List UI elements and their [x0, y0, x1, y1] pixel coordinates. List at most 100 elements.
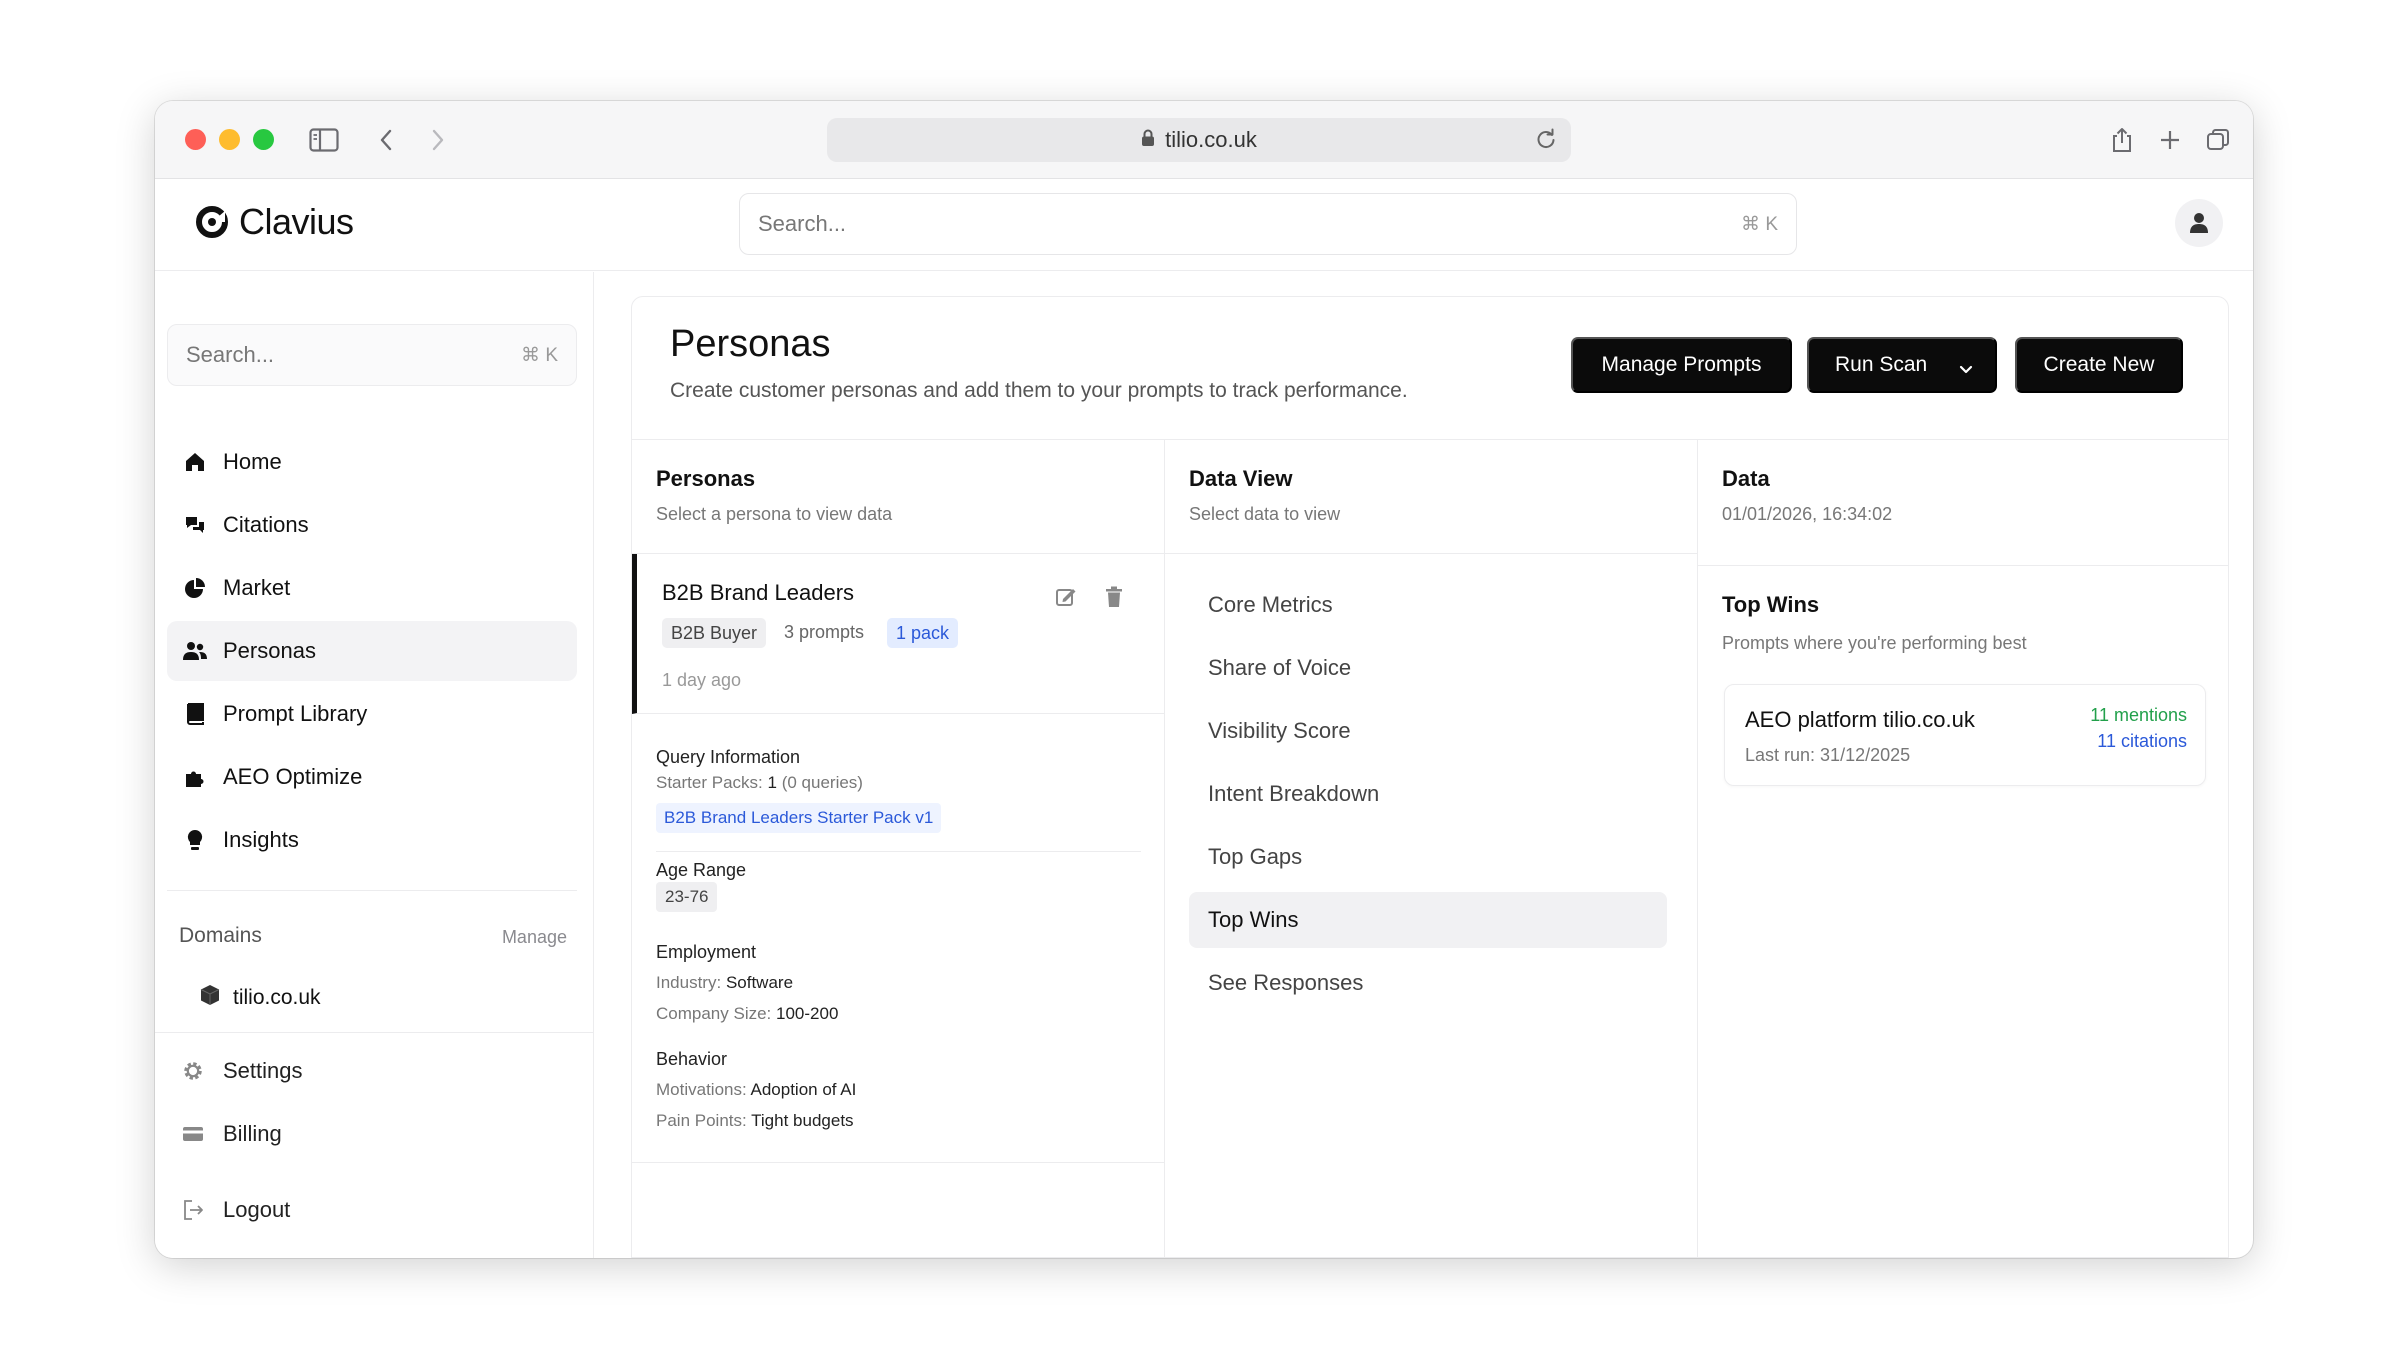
home-icon [183, 450, 207, 474]
data-view-column: Data View Select data to view Core Metri… [1165, 440, 1698, 1257]
query-information-title: Query Information [656, 747, 801, 767]
sidebar-toggle-icon[interactable] [305, 121, 343, 159]
new-tab-plus-icon[interactable] [2151, 121, 2189, 159]
close-window-button[interactable] [185, 129, 206, 150]
run-scan-button[interactable]: Run Scan [1807, 337, 1997, 393]
data-view-top-gaps[interactable]: Top Gaps [1189, 829, 1667, 885]
column-divider [1698, 565, 2228, 566]
sidebar-item-label: Market [223, 575, 291, 600]
trash-icon[interactable] [1101, 584, 1127, 610]
domain-name: tilio.co.uk [233, 986, 321, 1009]
sidebar: ⌘ K Home Citations Market Personas Promp… [155, 272, 594, 1258]
personas-panel: Personas Create customer personas and ad… [631, 296, 2229, 1258]
motivations-info: Motivations: Adoption of AI [656, 1080, 857, 1099]
persona-updated: 1 day ago [662, 670, 742, 690]
column-divider [1165, 553, 1697, 554]
data-view-see-responses[interactable]: See Responses [1189, 955, 1667, 1011]
age-range-title: Age Range [656, 860, 747, 880]
billing-label: Billing [223, 1121, 282, 1146]
section-divider [656, 851, 1141, 852]
sidebar-item-logout[interactable]: Logout [181, 1197, 290, 1223]
top-wins-subtitle: Prompts where you're performing best [1722, 633, 2027, 653]
win-prompt: AEO platform tilio.co.uk [1745, 707, 1975, 732]
user-avatar[interactable] [2175, 199, 2223, 247]
share-icon[interactable] [2103, 121, 2141, 159]
data-view-intent-breakdown[interactable]: Intent Breakdown [1189, 766, 1667, 822]
persona-card[interactable]: B2B Brand Leaders B2B Buyer 3 prompts 1 … [632, 554, 1165, 714]
sidebar-divider [167, 890, 577, 891]
edit-icon[interactable] [1053, 584, 1079, 610]
pain-points-info: Pain Points: Tight budgets [656, 1111, 854, 1130]
industry-info: Industry: Software [656, 973, 794, 992]
sidebar-item-aeo-optimize[interactable]: AEO Optimize [167, 747, 577, 807]
sidebar-item-label: AEO Optimize [223, 764, 363, 789]
user-icon [2190, 213, 2208, 233]
manage-prompts-button[interactable]: Manage Prompts [1571, 337, 1792, 393]
top-win-card[interactable]: AEO platform tilio.co.uk Last run: 31/12… [1724, 684, 2206, 786]
win-mentions-count: 11 mentions [2090, 705, 2187, 725]
data-column-title: Data [1722, 466, 1770, 491]
clavius-logo-icon [196, 206, 228, 238]
persona-name: B2B Brand Leaders [662, 580, 855, 605]
forward-arrow-icon[interactable] [419, 121, 457, 159]
sidebar-item-insights[interactable]: Insights [167, 810, 577, 870]
personas-column: Personas Select a persona to view data B… [632, 440, 1165, 1257]
sidebar-search-input[interactable] [186, 325, 486, 385]
persona-pack-badge: 1 pack [887, 618, 959, 648]
domain-item[interactable]: tilio.co.uk [199, 984, 321, 1012]
chevron-down-icon[interactable] [1959, 357, 1973, 381]
sidebar-item-label: Citations [223, 512, 309, 537]
browser-window: tilio.co.uk Clavius ⌘ K [155, 101, 2253, 1258]
sidebar-item-home[interactable]: Home [167, 432, 577, 492]
app-logo[interactable]: Clavius [195, 201, 354, 243]
starter-packs-info: Starter Packs: 1 (0 queries) [656, 773, 863, 792]
lock-icon [1141, 127, 1155, 153]
run-scan-label: Run Scan [1835, 353, 1928, 376]
win-citations-count: 11 citations [2097, 731, 2187, 751]
url-text: tilio.co.uk [1165, 127, 1257, 152]
logout-icon [181, 1199, 205, 1221]
persona-prompt-count: 3 prompts [784, 622, 865, 642]
data-view-share-of-voice[interactable]: Share of Voice [1189, 640, 1667, 696]
lightbulb-icon [183, 828, 207, 852]
sidebar-item-prompt-library[interactable]: Prompt Library [167, 684, 577, 744]
app-header: Clavius ⌘ K [155, 179, 2253, 271]
persona-type-tag: B2B Buyer [662, 618, 767, 648]
sidebar-item-personas[interactable]: Personas [167, 621, 577, 681]
sidebar-item-citations[interactable]: Citations [167, 495, 577, 555]
browser-toolbar: tilio.co.uk [155, 101, 2253, 179]
manage-domains-link[interactable]: Manage [502, 927, 567, 948]
citations-icon [183, 513, 207, 537]
employment-title: Employment [656, 942, 757, 962]
tab-overview-icon[interactable] [2199, 121, 2237, 159]
minimize-window-button[interactable] [219, 129, 240, 150]
column-divider [632, 1162, 1164, 1163]
puzzle-icon [183, 765, 207, 789]
sidebar-item-market[interactable]: Market [167, 558, 577, 618]
reload-icon[interactable] [1535, 128, 1557, 156]
cube-icon [199, 984, 221, 1012]
data-timestamp: 01/01/2026, 16:34:02 [1722, 504, 1893, 524]
page-subtitle: Create customer personas and add them to… [670, 379, 1408, 402]
sidebar-item-settings[interactable]: Settings [181, 1058, 303, 1084]
sidebar-search-shortcut: ⌘ K [521, 345, 558, 366]
global-search-input[interactable] [758, 194, 1658, 254]
sidebar-item-billing[interactable]: Billing [181, 1121, 282, 1147]
domains-section-label: Domains [179, 924, 262, 947]
zoom-window-button[interactable] [253, 129, 274, 150]
settings-label: Settings [223, 1058, 303, 1083]
search-shortcut-hint: ⌘ K [1741, 214, 1778, 235]
sidebar-item-label: Home [223, 449, 282, 474]
logo-text: Clavius [239, 201, 354, 242]
data-view-title: Data View [1189, 466, 1293, 491]
create-new-button[interactable]: Create New [2015, 337, 2183, 393]
data-view-visibility-score[interactable]: Visibility Score [1189, 703, 1667, 759]
starter-pack-link[interactable]: B2B Brand Leaders Starter Pack v1 [656, 803, 942, 833]
age-range-value: 23-76 [656, 882, 718, 912]
data-view-core-metrics[interactable]: Core Metrics [1189, 577, 1667, 633]
address-bar[interactable]: tilio.co.uk [827, 118, 1571, 162]
back-arrow-icon[interactable] [367, 121, 405, 159]
sidebar-search[interactable]: ⌘ K [167, 324, 577, 386]
data-view-top-wins[interactable]: Top Wins [1189, 892, 1667, 948]
global-search[interactable]: ⌘ K [739, 193, 1797, 255]
